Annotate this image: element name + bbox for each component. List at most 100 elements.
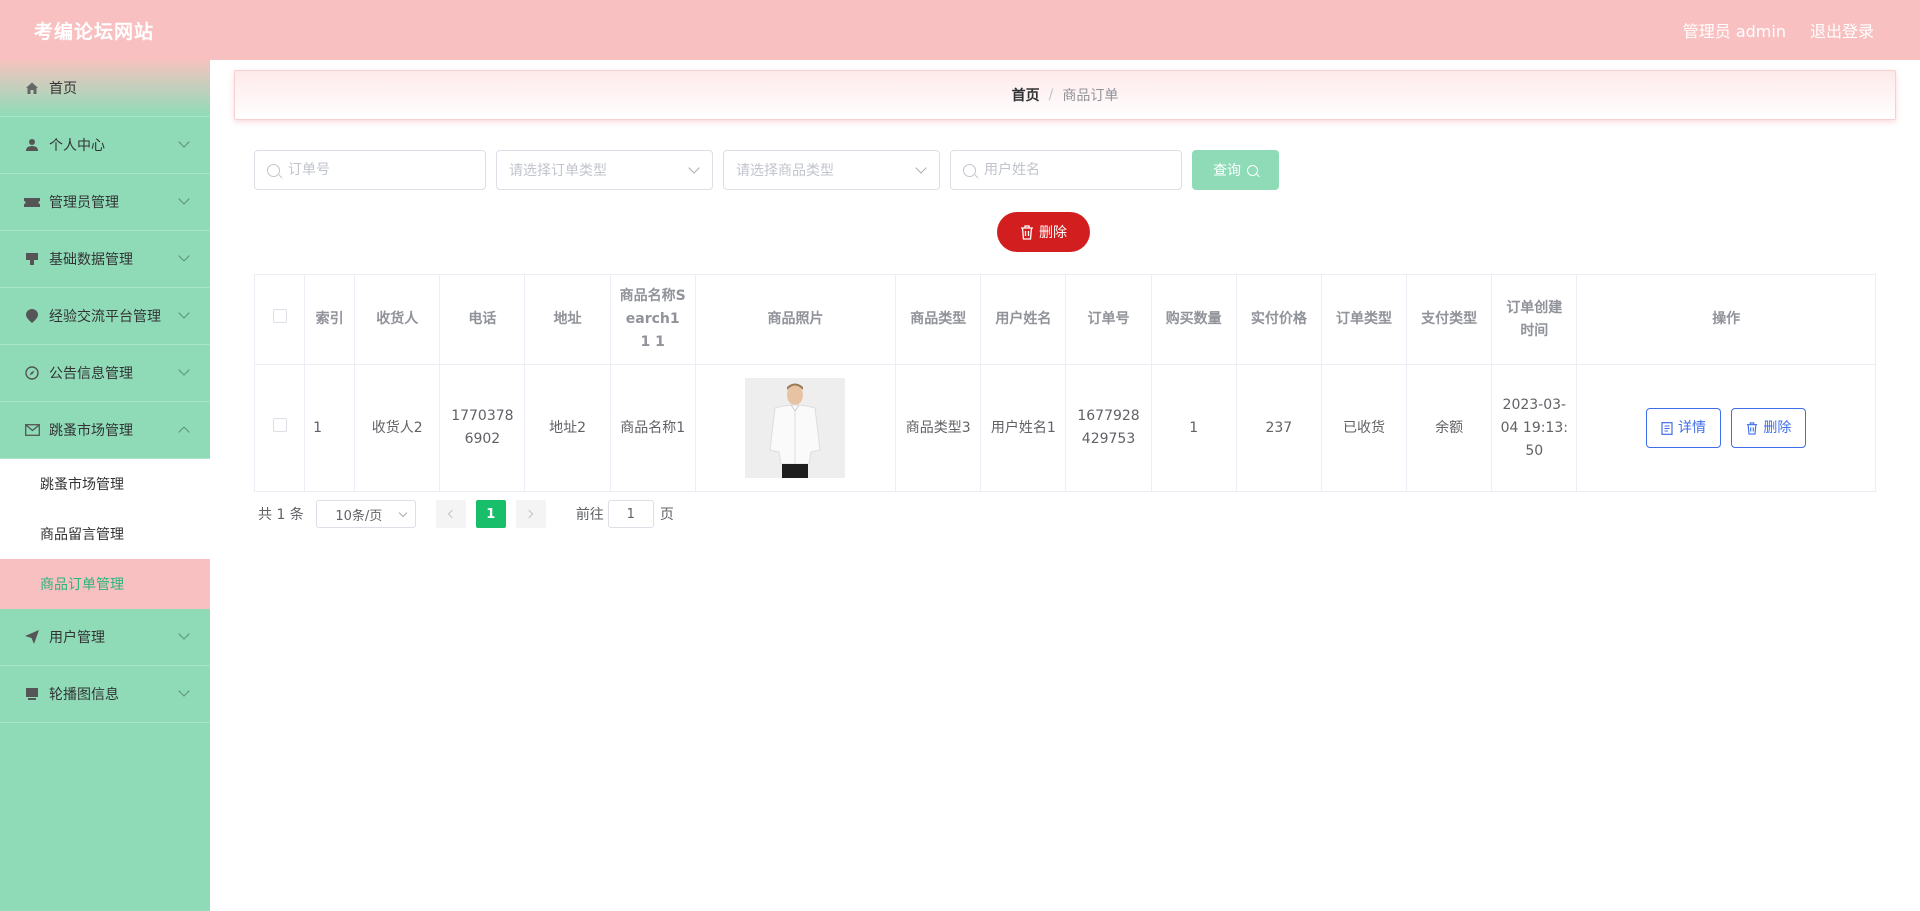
cell-phone: 17703786902: [439, 364, 526, 492]
cell-actions: 详情 删除: [1576, 364, 1876, 492]
sidebar-item-flea-market[interactable]: 跳蚤市场管理: [0, 402, 210, 459]
column-header: 商品名称Search1 1 1: [609, 274, 696, 365]
goods-type-select[interactable]: 请选择商品类型: [723, 150, 940, 190]
column-header: 操作: [1576, 274, 1876, 365]
cell-order-no: 1677928429753: [1065, 364, 1152, 492]
sidebar-item-experience-platform[interactable]: 经验交流平台管理: [0, 288, 210, 345]
cell-receiver: 收货人2: [354, 364, 441, 492]
picture-icon: [24, 686, 40, 702]
chevron-down-icon: [178, 307, 190, 319]
cell-goods-name: 商品名称1: [609, 364, 696, 492]
logout-link[interactable]: 退出登录: [1810, 18, 1874, 42]
column-header: 地址: [524, 274, 611, 365]
top-header: 考编论坛网站 管理员 admin 退出登录: [0, 0, 1920, 60]
order-type-placeholder: 请选择订单类型: [509, 163, 607, 179]
column-header: 商品照片: [694, 274, 897, 365]
cell-address: 地址2: [524, 364, 611, 492]
breadcrumb-home[interactable]: 首页: [1012, 85, 1040, 105]
goods-type-placeholder: 请选择商品类型: [736, 163, 834, 179]
pagination: 共 1 条 10条/页 1 前往 页: [258, 500, 674, 528]
filter-bar: 请选择订单类型 请选择商品类型 查询: [254, 150, 1279, 190]
cell-order-type: 已收货: [1320, 364, 1408, 492]
page-size-select[interactable]: 10条/页: [315, 500, 416, 528]
detail-label: 详情: [1677, 419, 1706, 436]
cell-index: 1: [304, 364, 356, 492]
sidebar-item-admin-management[interactable]: 管理员管理: [0, 174, 210, 231]
user-name-input[interactable]: [984, 162, 1169, 178]
site-title: 考编论坛网站: [34, 20, 155, 43]
main-content: 首页 / 商品订单 请选择订单类型 请选择商品类型 查询 删除: [210, 60, 1920, 911]
page-number-current[interactable]: 1: [475, 500, 506, 528]
column-header: 订单创建时间: [1491, 274, 1578, 365]
ticket-icon: [24, 194, 40, 210]
sidebar-item-user-management[interactable]: 用户管理: [0, 609, 210, 666]
query-button[interactable]: 查询: [1192, 150, 1279, 190]
row-delete-button[interactable]: 删除: [1731, 408, 1807, 448]
user-name-field[interactable]: [950, 150, 1182, 190]
sidebar-item-basic-data[interactable]: 基础数据管理: [0, 231, 210, 288]
send-icon: [24, 629, 40, 645]
sidebar-item-personal-center[interactable]: 个人中心: [0, 117, 210, 174]
order-no-input[interactable]: [288, 162, 473, 178]
sidebar-item-notice[interactable]: 公告信息管理: [0, 345, 210, 402]
column-header: 收货人: [354, 274, 441, 365]
header-actions: 管理员 admin 退出登录: [1683, 18, 1874, 42]
trash-icon: [1021, 224, 1033, 240]
submenu-item-flea-market[interactable]: 跳蚤市场管理: [0, 459, 210, 509]
cell-goods-photo: [694, 364, 897, 492]
sidebar-item-home[interactable]: 首页: [0, 60, 210, 117]
column-header: 索引: [304, 274, 356, 365]
select-all-cell: [253, 274, 306, 365]
batch-delete-label: 删除: [1039, 225, 1067, 241]
person-photo-icon: [745, 378, 846, 478]
goto-label: 前往: [575, 507, 604, 523]
row-select-cell: [253, 364, 306, 492]
sidebar-item-label: 用户管理: [49, 630, 105, 646]
order-no-field[interactable]: [254, 150, 486, 190]
compass-icon: [24, 365, 40, 381]
sidebar-item-label: 经验交流平台管理: [49, 309, 161, 325]
table-header-row: 索引 收货人 电话 地址 商品名称Search1 1 1 商品照片 商品类型 用…: [253, 274, 1876, 365]
order-type-select[interactable]: 请选择订单类型: [496, 150, 713, 190]
submenu-item-goods-comments[interactable]: 商品留言管理: [0, 509, 210, 559]
query-label: 查询: [1213, 163, 1241, 179]
sidebar-item-carousel[interactable]: 轮播图信息: [0, 666, 210, 723]
user-icon: [24, 137, 40, 153]
sidebar: 首页 个人中心 管理员管理 基础数据管理 经验交流平台管理 公告信息管理 跳蚤市…: [0, 60, 210, 911]
next-page-button[interactable]: [515, 500, 546, 528]
search-icon: [963, 163, 976, 177]
sidebar-item-label: 轮播图信息: [49, 687, 119, 703]
column-header: 订单类型: [1320, 274, 1408, 365]
column-header: 购买数量: [1150, 274, 1237, 365]
flea-market-submenu: 跳蚤市场管理 商品留言管理 商品订单管理: [0, 459, 210, 609]
cell-price: 237: [1235, 364, 1322, 492]
breadcrumb: 首页 / 商品订单: [234, 70, 1896, 120]
goto-page-input[interactable]: [607, 500, 654, 528]
column-header: 实付价格: [1235, 274, 1322, 365]
data-icon: [24, 251, 40, 267]
cell-user-name: 用户姓名1: [980, 364, 1067, 492]
chevron-up-icon: [178, 426, 190, 438]
cell-goods-type: 商品类型3: [895, 364, 982, 492]
column-header: 用户姓名: [980, 274, 1067, 365]
prev-page-button[interactable]: [435, 500, 466, 528]
document-icon: [1661, 421, 1673, 435]
submenu-item-goods-orders[interactable]: 商品订单管理: [0, 559, 210, 609]
chevron-down-icon: [178, 364, 190, 376]
batch-delete-button[interactable]: 删除: [997, 212, 1090, 252]
chevron-down-icon: [178, 628, 190, 640]
admin-label[interactable]: 管理员 admin: [1683, 18, 1786, 42]
breadcrumb-separator: /: [1048, 87, 1054, 103]
detail-button[interactable]: 详情: [1645, 408, 1721, 448]
pagination-total: 共 1 条: [258, 507, 304, 523]
sidebar-item-label: 跳蚤市场管理: [49, 423, 133, 439]
chevron-down-icon: [178, 250, 190, 262]
orders-table: 索引 收货人 电话 地址 商品名称Search1 1 1 商品照片 商品类型 用…: [253, 274, 1876, 492]
breadcrumb-current: 商品订单: [1062, 88, 1119, 104]
row-checkbox[interactable]: [272, 417, 287, 432]
sidebar-item-label: 管理员管理: [49, 195, 119, 211]
cell-quantity: 1: [1150, 364, 1237, 492]
location-icon: [24, 308, 40, 324]
select-all-checkbox[interactable]: [272, 309, 287, 323]
home-icon: [24, 80, 40, 96]
